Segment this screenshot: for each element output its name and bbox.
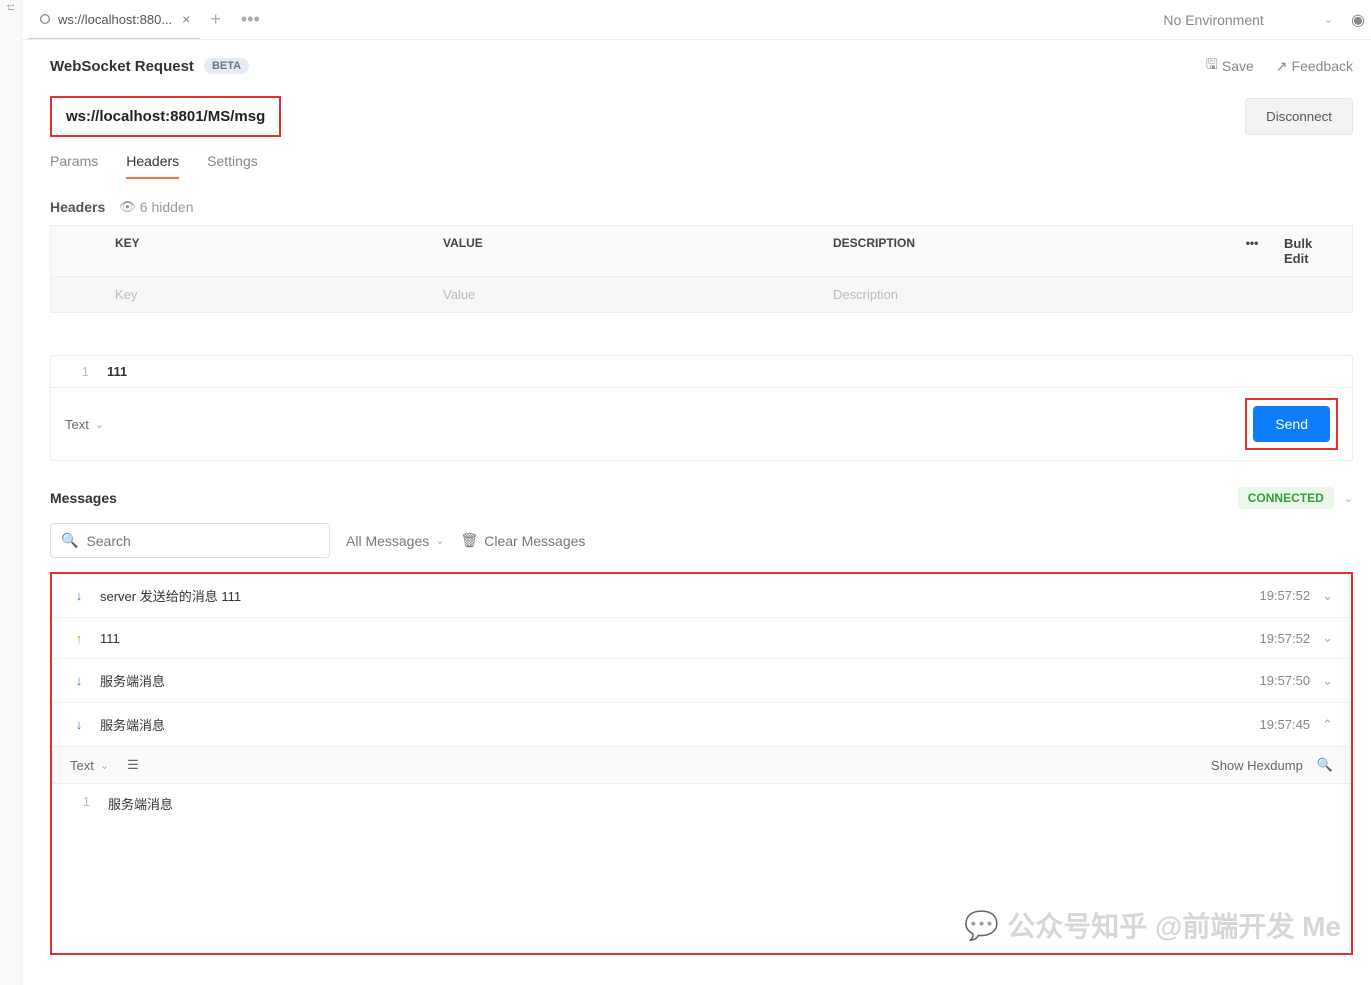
hidden-count: 6 hidden bbox=[140, 199, 194, 215]
save-label: Save bbox=[1222, 58, 1254, 74]
show-hexdump-button[interactable]: Show Hexdump bbox=[1211, 758, 1303, 773]
environment-label: No Environment bbox=[1163, 12, 1263, 28]
compose-area: 1 111 Text ⌄ Send bbox=[50, 355, 1353, 461]
tab-params[interactable]: Params bbox=[50, 153, 98, 179]
message-row[interactable]: ↑ 111 19:57:52 ⌄ bbox=[52, 618, 1351, 659]
chevron-down-icon[interactable]: ⌄ bbox=[1344, 492, 1353, 505]
clear-messages-button[interactable]: 🗑 Clear Messages bbox=[460, 532, 585, 549]
environment-selector[interactable]: No Environment ⌄ bbox=[1163, 12, 1333, 28]
message-row[interactable]: ↓ 服务端消息 19:57:50 ⌄ bbox=[52, 659, 1351, 703]
message-time: 19:57:45 bbox=[1259, 717, 1310, 732]
message-time: 19:57:52 bbox=[1259, 631, 1310, 646]
filter-label: All Messages bbox=[346, 533, 429, 549]
search-icon: 🔍 bbox=[61, 532, 78, 549]
close-tab-icon[interactable]: × bbox=[182, 11, 190, 27]
websocket-icon bbox=[38, 12, 52, 26]
chevron-down-icon: ⌄ bbox=[435, 534, 444, 547]
message-row[interactable]: ↓ 服务端消息 19:57:45 ⌃ bbox=[52, 703, 1351, 747]
message-detail-body: 1 服务端消息 bbox=[52, 784, 1351, 953]
bulk-edit-button[interactable]: Bulk Edit bbox=[1272, 226, 1352, 276]
trash-icon: 🗑 bbox=[460, 532, 478, 549]
messages-filter[interactable]: All Messages ⌄ bbox=[346, 533, 444, 549]
chevron-down-icon: ⌄ bbox=[100, 759, 109, 772]
message-time: 19:57:52 bbox=[1259, 588, 1310, 603]
message-body: 服务端消息 bbox=[100, 671, 165, 690]
search-input[interactable] bbox=[86, 533, 319, 549]
tab-headers[interactable]: Headers bbox=[126, 153, 179, 179]
request-tab[interactable]: ws://localhost:880... × bbox=[28, 0, 200, 39]
hidden-headers-toggle[interactable]: 👁 6 hidden bbox=[119, 199, 193, 215]
message-body: 服务端消息 bbox=[100, 715, 165, 734]
arrow-up-icon: ↑ bbox=[70, 631, 88, 646]
chevron-down-icon: ⌄ bbox=[95, 418, 104, 431]
new-tab-button[interactable]: + bbox=[200, 9, 231, 30]
feedback-button[interactable]: ↗ Feedback bbox=[1276, 54, 1353, 78]
col-more-icon[interactable]: ••• bbox=[1232, 226, 1272, 276]
headers-label: Headers bbox=[50, 199, 105, 215]
col-key: KEY bbox=[51, 226, 431, 276]
messages-title: Messages bbox=[50, 490, 117, 506]
beta-badge: BETA bbox=[204, 58, 249, 74]
message-list: ↓ server 发送给的消息 111 19:57:52 ⌄ ↑ 111 19:… bbox=[50, 572, 1353, 955]
request-title: WebSocket Request bbox=[50, 58, 194, 75]
headers-input-row[interactable]: Key Value Description bbox=[51, 277, 1352, 312]
payload-type-label: Text bbox=[65, 417, 89, 432]
tab-settings[interactable]: Settings bbox=[207, 153, 258, 179]
message-body: 111 bbox=[100, 631, 120, 646]
description-input[interactable]: Description bbox=[821, 277, 1352, 312]
eye-icon: 👁 bbox=[119, 199, 136, 215]
col-description: DESCRIPTION bbox=[821, 226, 1232, 276]
send-button[interactable]: Send bbox=[1253, 406, 1330, 442]
feedback-icon: ↗ bbox=[1276, 58, 1288, 75]
wrap-icon[interactable]: ☰ bbox=[127, 757, 139, 773]
detail-text: 服务端消息 bbox=[108, 794, 173, 813]
line-number: 1 bbox=[52, 794, 108, 813]
chevron-up-icon[interactable]: ⌃ bbox=[1322, 717, 1333, 733]
message-body: server 发送给的消息 111 bbox=[100, 586, 241, 605]
value-input[interactable]: Value bbox=[431, 277, 821, 312]
arrow-down-icon: ↓ bbox=[70, 717, 88, 732]
chevron-down-icon[interactable]: ⌄ bbox=[1322, 673, 1333, 689]
key-input[interactable]: Key bbox=[51, 277, 431, 312]
tab-overflow-button[interactable]: ••• bbox=[231, 9, 270, 30]
tab-title: ws://localhost:880... bbox=[58, 12, 172, 27]
eye-icon[interactable]: ◉ bbox=[1351, 10, 1365, 30]
detail-type-label: Text bbox=[70, 758, 94, 773]
headers-table: KEY VALUE DESCRIPTION ••• Bulk Edit Key … bbox=[50, 225, 1353, 313]
url-input[interactable]: ws://localhost:8801/MS/msg bbox=[50, 96, 281, 137]
clear-label: Clear Messages bbox=[484, 533, 585, 549]
disconnect-button[interactable]: Disconnect bbox=[1245, 98, 1353, 135]
connection-status-badge: CONNECTED bbox=[1238, 487, 1334, 509]
arrow-down-icon: ↓ bbox=[70, 673, 88, 688]
sidebar-gutter: rt bbox=[0, 0, 22, 985]
detail-type-selector[interactable]: Text ⌄ bbox=[70, 758, 109, 773]
save-icon: 🖫 bbox=[1206, 54, 1218, 78]
message-row[interactable]: ↓ server 发送给的消息 111 19:57:52 ⌄ bbox=[52, 574, 1351, 618]
chevron-down-icon[interactable]: ⌄ bbox=[1322, 630, 1333, 646]
message-detail-toolbar: Text ⌄ ☰ Show Hexdump 🔍 bbox=[52, 747, 1351, 784]
line-number: 1 bbox=[51, 364, 107, 379]
message-input[interactable]: 111 bbox=[107, 364, 1352, 379]
col-value: VALUE bbox=[431, 226, 821, 276]
message-time: 19:57:50 bbox=[1259, 673, 1310, 688]
chevron-down-icon[interactable]: ⌄ bbox=[1322, 588, 1333, 604]
save-button[interactable]: 🖫 Save bbox=[1206, 54, 1254, 78]
search-icon[interactable]: 🔍 bbox=[1317, 757, 1333, 773]
chevron-down-icon: ⌄ bbox=[1324, 13, 1333, 26]
payload-type-selector[interactable]: Text ⌄ bbox=[65, 417, 104, 432]
arrow-down-icon: ↓ bbox=[70, 588, 88, 603]
tab-bar: ws://localhost:880... × + ••• No Environ… bbox=[22, 0, 1371, 40]
feedback-label: Feedback bbox=[1292, 58, 1353, 74]
messages-search[interactable]: 🔍 bbox=[50, 523, 330, 558]
